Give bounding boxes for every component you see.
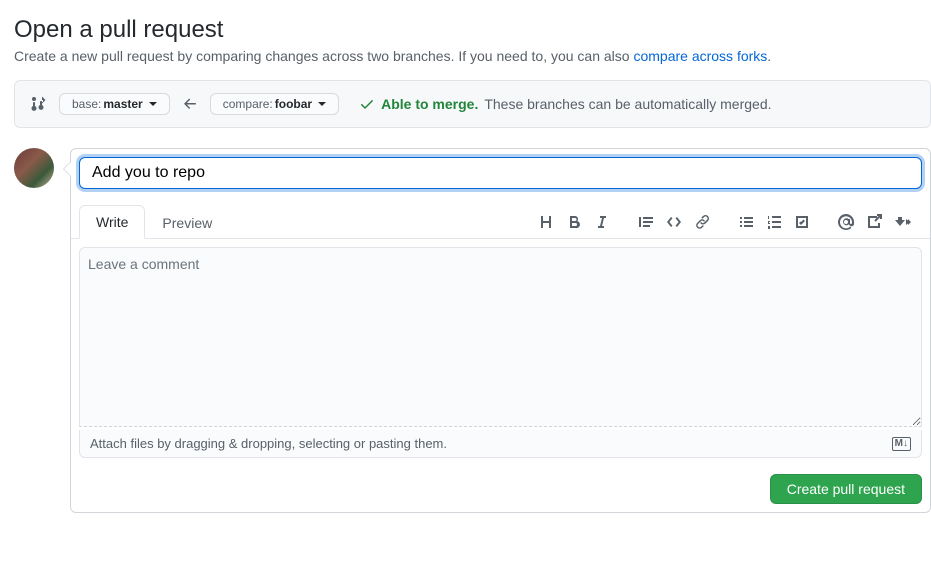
tabnav: Write Preview [71,197,930,239]
page-header: Open a pull request Create a new pull re… [14,16,931,64]
heading-icon[interactable] [534,210,558,234]
merge-note: These branches can be automatically merg… [484,96,771,112]
page-subtitle: Create a new pull request by comparing c… [14,48,931,64]
caret-down-icon [318,102,326,106]
check-icon [359,96,375,112]
tasklist-icon[interactable] [790,210,814,234]
composer: Write Preview [70,148,931,513]
pr-title-input[interactable] [79,157,922,189]
markdown-toolbar [518,210,922,234]
create-pull-request-button[interactable]: Create pull request [770,474,922,504]
caret-down-icon [149,102,157,106]
base-branch-button[interactable]: base: master [59,93,170,115]
attach-hint[interactable]: Attach files by dragging & dropping, sel… [79,430,922,458]
tab-preview[interactable]: Preview [145,205,229,239]
tab-write[interactable]: Write [79,205,145,239]
avatar [14,148,54,188]
markdown-badge-icon[interactable]: M↓ [892,437,911,451]
branch-compare-bar: base: master compare: foobar Able to mer… [14,80,931,128]
page-title: Open a pull request [14,16,931,44]
git-compare-icon [31,96,47,112]
compare-branch-button[interactable]: compare: foobar [210,93,339,115]
link-icon[interactable] [690,210,714,234]
mention-icon[interactable] [834,210,858,234]
comment-textarea[interactable] [79,247,922,427]
quote-icon[interactable] [634,210,658,234]
compare-forks-link[interactable]: compare across forks [633,48,767,64]
cross-reference-icon[interactable] [862,210,886,234]
merge-status: Able to merge. These branches can be aut… [359,96,771,112]
bullet-list-icon[interactable] [734,210,758,234]
arrow-left-icon [182,96,198,112]
reply-icon[interactable] [890,210,914,234]
code-icon[interactable] [662,210,686,234]
italic-icon[interactable] [590,210,614,234]
bold-icon[interactable] [562,210,586,234]
discussion: Write Preview [14,148,931,513]
numbered-list-icon[interactable] [762,210,786,234]
merge-able-text: Able to merge. [381,96,478,112]
